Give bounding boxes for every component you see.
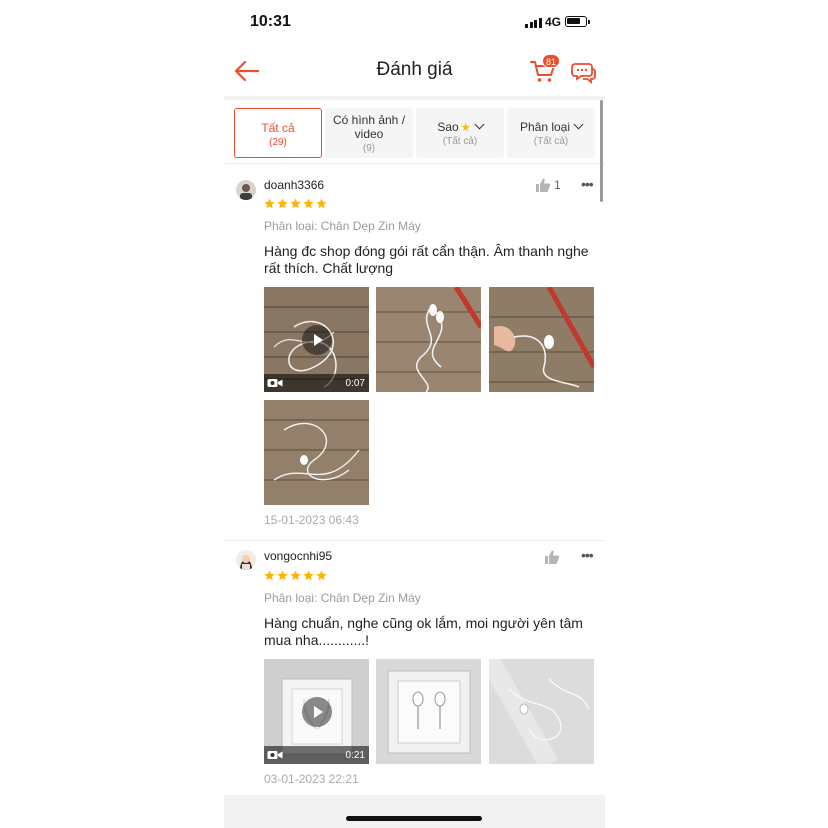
filter-tab-media[interactable]: Có hình ảnh / video (9) [325, 108, 413, 158]
rating-stars [264, 570, 327, 581]
review-username: doanh3366 [264, 178, 325, 192]
status-time: 10:31 [250, 13, 291, 30]
filter-label: Có hình ảnh / video [332, 113, 406, 141]
network-type: 4G [545, 15, 562, 29]
review-photo[interactable] [376, 659, 481, 764]
cart-badge: 81 [542, 54, 561, 68]
star-icon [303, 570, 314, 581]
rating-stars [264, 198, 327, 209]
thumbs-up-icon[interactable] [544, 549, 560, 565]
review-video[interactable]: 0:21 [264, 659, 369, 764]
review-photo[interactable] [264, 400, 369, 505]
more-dots-icon[interactable]: ••• [581, 176, 594, 192]
filter-tab-stars[interactable]: Sao ★ (Tất cả) [416, 108, 504, 158]
review-photo[interactable] [489, 287, 594, 392]
review-variation: Phân loại: Chân Dẹp Zin Máy [264, 219, 421, 233]
avatar[interactable] [236, 550, 256, 570]
chevron-down-icon [474, 119, 485, 130]
video-duration: 0:21 [345, 750, 365, 761]
battery-icon [565, 16, 590, 27]
like-count: 1 [554, 178, 561, 192]
filter-count: (9) [362, 143, 376, 154]
filter-count: (Tất cả) [442, 136, 478, 147]
filter-tab-variation[interactable]: Phân loại (Tất cả) [507, 108, 595, 158]
filter-label: Phân loại [519, 120, 571, 134]
review-item: vongocnhi95 ••• Phân loại: Chân Dẹp Zin … [224, 540, 605, 786]
star-icon [290, 570, 301, 581]
star-icon [264, 198, 275, 209]
filter-count: (29) [269, 137, 287, 148]
chat-icon[interactable] [569, 58, 597, 86]
star-icon [303, 198, 314, 209]
review-comment: Hàng đc shop đóng gói rất cẩn thận. Âm t… [264, 243, 589, 276]
avatar[interactable] [236, 180, 256, 200]
video-camera-icon [267, 751, 283, 759]
star-icon [264, 570, 275, 581]
filter-tab-all[interactable]: Tất cả (29) [234, 108, 322, 158]
review-date: 15-01-2023 06:43 [264, 513, 359, 527]
star-icon: ★ [460, 122, 471, 134]
play-icon[interactable] [302, 325, 332, 355]
review-date: 03-01-2023 22:21 [264, 772, 359, 786]
review-photo[interactable] [489, 659, 594, 764]
review-username: vongocnhi95 [264, 549, 333, 563]
thumbs-up-icon[interactable] [535, 177, 551, 193]
star-icon [316, 198, 327, 209]
filter-count: (Tất cả) [533, 136, 569, 147]
video-duration: 0:07 [345, 378, 365, 389]
filter-tabs: Tất cả (29) Có hình ảnh / video (9) Sao ★… [224, 96, 605, 164]
more-dots-icon[interactable]: ••• [581, 547, 594, 563]
play-icon[interactable] [302, 697, 332, 727]
top-nav: Đánh giá 81 [224, 46, 605, 96]
bottom-bar [224, 795, 605, 828]
star-icon [277, 570, 288, 581]
star-icon [277, 198, 288, 209]
video-camera-icon [267, 379, 283, 387]
review-variation: Phân loại: Chân Dẹp Zin Máy [264, 591, 421, 605]
chevron-down-icon [573, 119, 584, 130]
star-icon [316, 570, 327, 581]
home-indicator[interactable] [346, 816, 482, 821]
scrollbar[interactable] [600, 100, 603, 202]
star-icon [290, 198, 301, 209]
review-photo[interactable] [376, 287, 481, 392]
signal-icon [525, 17, 542, 28]
filter-label: Sao [437, 120, 459, 134]
filter-label: Tất cả [261, 121, 295, 135]
status-bar: 10:31 4G [224, 0, 605, 46]
review-video[interactable]: 0:07 [264, 287, 369, 392]
review-comment: Hàng chuẩn, nghe cũng ok lắm, moi người … [264, 615, 583, 648]
app-screen: 10:31 4G Đánh giá 81 Tất cả (29) Có hình… [224, 0, 605, 828]
